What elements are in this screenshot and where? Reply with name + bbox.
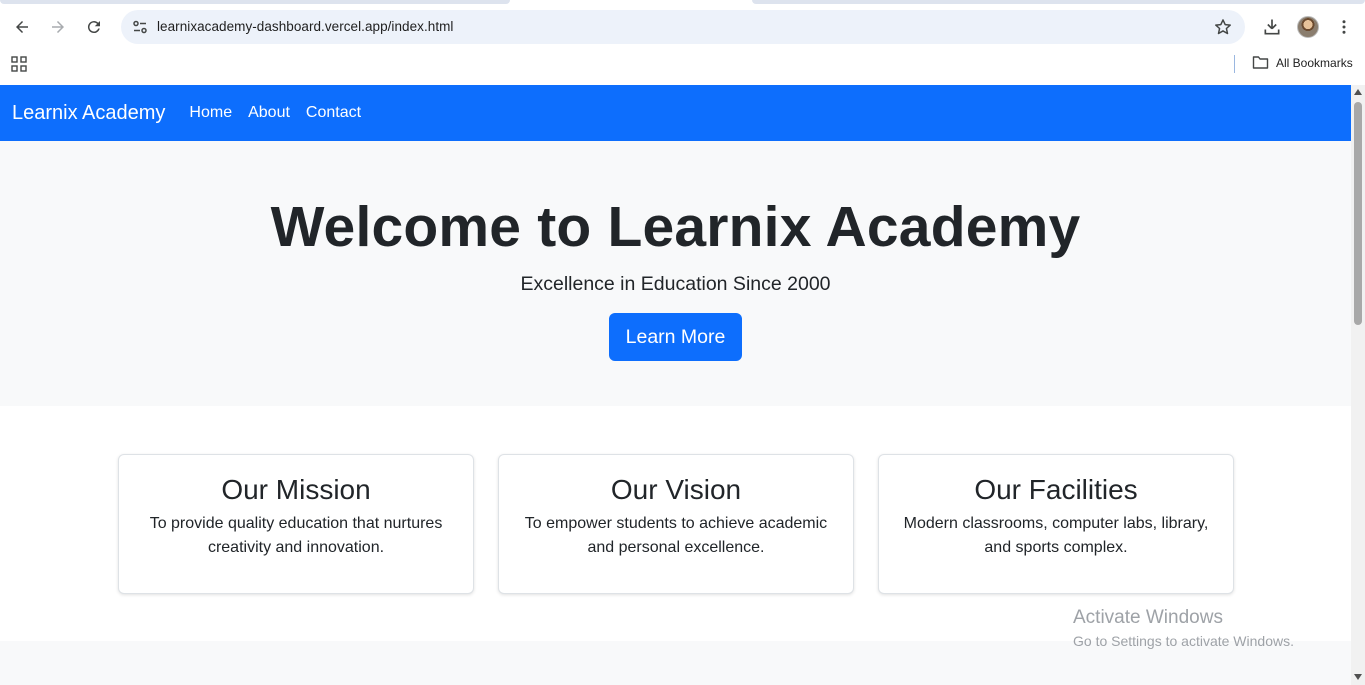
card-text: To empower students to achieve academic … [524,515,828,556]
browser-chrome: learnixacademy-dashboard.vercel.app/inde… [0,0,1365,85]
address-bar[interactable]: learnixacademy-dashboard.vercel.app/inde… [121,10,1245,44]
nav-link-contact[interactable]: Contact [306,104,361,122]
all-bookmarks-button[interactable]: All Bookmarks [1252,55,1353,70]
hero-section: Welcome to Learnix Academy Excellence in… [0,141,1351,406]
card-text: To provide quality education that nurtur… [149,515,443,556]
hero-subtitle: Excellence in Education Since 2000 [520,273,831,295]
navbar-brand[interactable]: Learnix Academy [12,102,165,125]
url-text[interactable]: learnixacademy-dashboard.vercel.app/inde… [157,19,453,34]
back-button[interactable] [7,12,37,42]
menu-button[interactable] [1331,14,1357,40]
tab-strip-right [752,0,1365,4]
learn-more-button[interactable]: Learn More [608,313,743,361]
download-icon [1264,19,1280,35]
scroll-up-arrow-icon[interactable] [1354,89,1362,95]
page-viewport: Learnix Academy Home About Contact Welco… [0,85,1351,685]
menu-icon [1342,20,1346,34]
forward-icon [52,21,64,33]
reload-icon [87,21,100,34]
card-text: Modern classrooms, computer labs, librar… [903,515,1209,556]
card-title: Our Mission [221,474,371,505]
watermark-title: Activate Windows [1073,607,1223,628]
download-button[interactable] [1259,14,1285,40]
scroll-down-arrow-icon[interactable] [1354,674,1362,680]
folder-icon [1252,56,1269,69]
card-mission: Our Mission To provide quality education… [118,454,474,594]
card-facilities: Our Facilities Modern classrooms, comput… [878,454,1234,594]
bookmarks-bar: All Bookmarks [0,50,1365,78]
scrollbar-thumb[interactable] [1354,102,1362,325]
site-navbar: Learnix Academy Home About Contact [0,85,1351,141]
star-icon[interactable] [1213,17,1233,37]
all-bookmarks-label: All Bookmarks [1276,55,1353,70]
reload-button[interactable] [79,12,109,42]
avatar[interactable] [1297,16,1319,38]
hero-title: Welcome to Learnix Academy [270,195,1081,259]
site-info-button[interactable] [127,14,153,40]
card-title: Our Vision [610,474,742,505]
windows-activation-watermark: Activate Windows Go to Settings to activ… [1073,606,1294,651]
back-icon [16,21,28,33]
watermark-subtitle: Go to Settings to activate Windows. [1073,633,1294,649]
forward-button[interactable] [43,12,73,42]
card-vision: Our Vision To empower students to achiev… [498,454,854,594]
nav-link-about[interactable]: About [248,104,290,122]
apps-icon[interactable] [11,56,27,72]
card-title: Our Facilities [974,474,1138,505]
page-scrollbar[interactable] [1351,85,1365,685]
nav-link-home[interactable]: Home [189,104,232,122]
site-info-icon [133,20,147,34]
bookmarks-separator [1234,55,1235,73]
tab-strip [0,0,510,4]
